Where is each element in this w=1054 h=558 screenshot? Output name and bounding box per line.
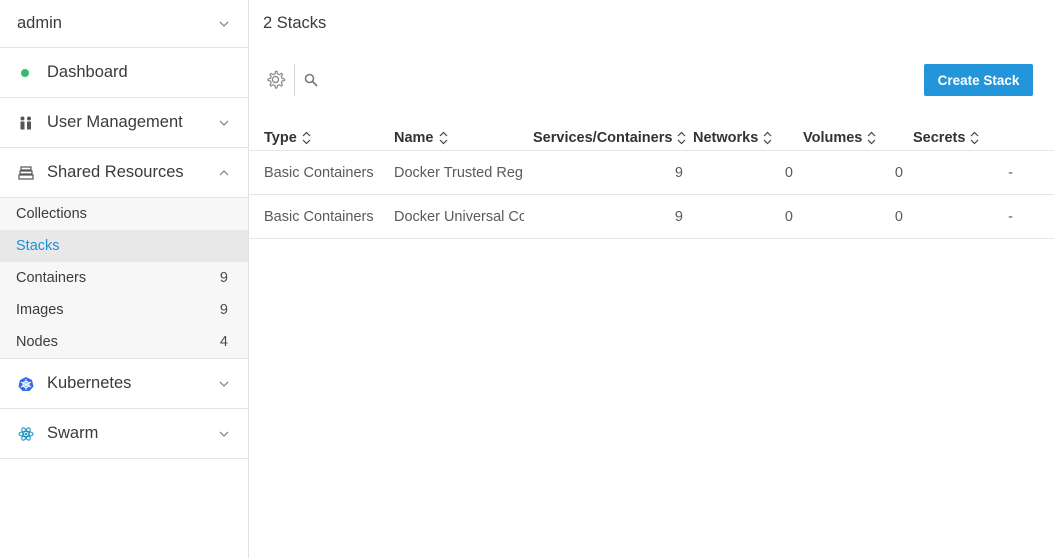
user-name: admin <box>17 14 62 32</box>
sidebar-item-stacks[interactable]: Stacks <box>0 230 248 262</box>
users-icon <box>20 116 31 129</box>
kubernetes-icon <box>18 376 34 391</box>
sidebar-item-label: User Management <box>47 113 183 131</box>
sidebar-item-user-management[interactable]: User Management <box>0 98 248 148</box>
sidebar-item-label: Shared Resources <box>47 163 184 181</box>
sort-icon <box>970 131 979 145</box>
shared-resources-submenu: Collections Stacks Containers 9 Images 9… <box>0 198 248 359</box>
sidebar-item-label: Dashboard <box>47 63 128 81</box>
sort-icon <box>302 131 311 145</box>
cell-networks: 0 <box>784 209 793 225</box>
cell-type: Basic Containers <box>264 209 374 225</box>
sidebar-item-label: Nodes <box>16 334 58 350</box>
main-content: 2 Stacks Create Stack Type Name Services… <box>250 0 1054 558</box>
sidebar-item-nodes[interactable]: Nodes 4 <box>0 326 248 358</box>
count-badge: 4 <box>219 334 228 350</box>
sidebar-item-collections[interactable]: Collections <box>0 198 248 230</box>
sidebar: admin Dashboard User Management Shared R… <box>0 0 249 558</box>
column-header-type[interactable]: Type <box>264 130 311 146</box>
cell-services: 9 <box>674 209 683 225</box>
column-header-secrets[interactable]: Secrets <box>913 130 979 146</box>
sidebar-item-label: Swarm <box>47 424 99 442</box>
status-dot-icon <box>21 68 29 77</box>
sidebar-item-kubernetes[interactable]: Kubernetes <box>0 359 248 409</box>
cell-type: Basic Containers <box>264 165 374 181</box>
sort-icon <box>678 131 686 145</box>
cell-volumes: 0 <box>894 209 903 225</box>
search-icon[interactable] <box>304 73 318 87</box>
user-menu[interactable]: admin <box>0 0 248 48</box>
sidebar-item-label: Collections <box>16 206 87 222</box>
table-header: Type Name Services/Containers Networks V… <box>250 126 1054 151</box>
cell-services: 9 <box>674 165 683 181</box>
column-label: Name <box>394 130 434 146</box>
table-row[interactable]: Basic Containers Docker Trusted Regi 9 0… <box>250 151 1054 195</box>
sort-icon <box>439 131 447 145</box>
sort-icon <box>867 131 876 145</box>
column-label: Networks <box>693 130 759 146</box>
column-header-name[interactable]: Name <box>394 130 448 146</box>
sort-icon <box>763 131 772 145</box>
sidebar-item-containers[interactable]: Containers 9 <box>0 262 248 294</box>
column-label: Volumes <box>803 130 863 146</box>
cell-name: Docker Trusted Regi <box>394 165 524 181</box>
sidebar-item-dashboard[interactable]: Dashboard <box>0 48 248 98</box>
gear-icon[interactable] <box>265 69 286 90</box>
sidebar-item-swarm[interactable]: Swarm <box>0 409 248 459</box>
count-badge: 9 <box>219 270 228 286</box>
swarm-icon <box>18 426 34 441</box>
sidebar-item-shared-resources[interactable]: Shared Resources <box>0 148 248 198</box>
cell-name: Docker Universal Cc <box>394 209 524 225</box>
cell-volumes: 0 <box>894 165 903 181</box>
cell-networks: 0 <box>784 165 793 181</box>
sidebar-item-images[interactable]: Images 9 <box>0 294 248 326</box>
cell-secrets: - <box>1008 165 1013 181</box>
chevron-down-icon <box>219 431 229 437</box>
sidebar-item-label: Stacks <box>16 238 60 254</box>
sidebar-item-label: Kubernetes <box>47 374 132 392</box>
column-label: Services/Containers <box>533 130 673 146</box>
cell-secrets: - <box>1008 209 1013 225</box>
chevron-up-icon <box>219 169 229 175</box>
column-header-networks[interactable]: Networks <box>693 130 772 146</box>
column-header-services[interactable]: Services/Containers <box>533 130 686 146</box>
sidebar-item-label: Images <box>16 302 64 318</box>
page-title: 2 Stacks <box>263 14 327 32</box>
column-label: Type <box>264 130 297 146</box>
chevron-down-icon <box>219 381 229 387</box>
create-stack-button[interactable]: Create Stack <box>924 64 1033 96</box>
chevron-down-icon <box>219 120 229 126</box>
column-header-volumes[interactable]: Volumes <box>803 130 876 146</box>
table-row[interactable]: Basic Containers Docker Universal Cc 9 0… <box>250 195 1054 239</box>
column-label: Secrets <box>913 130 966 146</box>
toolbar-divider <box>294 64 295 96</box>
count-badge: 9 <box>219 302 228 318</box>
chevron-down-icon <box>219 21 229 27</box>
shared-resources-icon <box>18 165 34 180</box>
sidebar-item-label: Containers <box>16 270 87 286</box>
